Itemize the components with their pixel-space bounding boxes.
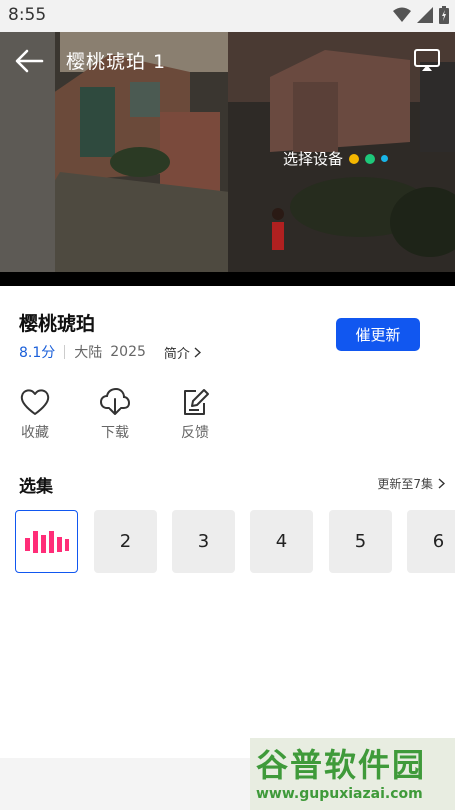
chevron-right-icon (438, 478, 445, 489)
back-arrow-icon[interactable] (14, 48, 44, 74)
urge-update-button[interactable]: 催更新 (336, 318, 420, 351)
watermark: 谷普软件园 www.gupuxiazai.com (250, 738, 455, 810)
episode-5[interactable]: 5 (329, 510, 392, 573)
device-dot-yellow (349, 153, 360, 164)
video-title: 樱桃琥珀 1 (66, 51, 167, 73)
cast-icon[interactable] (413, 48, 441, 72)
episode-2[interactable]: 2 (94, 510, 157, 573)
intro-label: 简介 (163, 346, 190, 362)
feedback-label: 反馈 (181, 425, 209, 441)
download-button[interactable]: 下载 (90, 388, 140, 442)
episodes-header: 选集 (19, 477, 53, 497)
download-label: 下载 (101, 425, 129, 441)
battery-icon (439, 6, 449, 24)
heart-icon (20, 389, 50, 415)
app-root: 8:55 樱桃琥珀 1 选择设备 樱桃琥珀 8.1分 大陆 2025 简介 催更… (0, 0, 455, 810)
episode-6[interactable]: 6 (407, 510, 455, 573)
favorite-button[interactable]: 收藏 (10, 388, 60, 442)
show-title: 樱桃琥珀 (19, 313, 96, 335)
episodes-more-label: 更新至7集 (377, 477, 433, 491)
cloud-download-icon (100, 388, 130, 415)
feedback-button[interactable]: 反馈 (170, 388, 220, 442)
episode-4[interactable]: 4 (250, 510, 313, 573)
video-player[interactable]: 樱桃琥珀 1 选择设备 (0, 32, 455, 286)
watermark-title: 谷普软件园 (256, 746, 427, 784)
chevron-right-icon (194, 346, 201, 358)
show-score: 8.1分 (19, 345, 56, 361)
intro-link[interactable]: 简介 (164, 343, 201, 362)
favorite-label: 收藏 (21, 425, 49, 441)
wifi-icon (393, 7, 411, 22)
episodes-more-link[interactable]: 更新至7集 (377, 475, 445, 492)
edit-icon (184, 389, 209, 415)
playing-bars-icon (24, 530, 69, 553)
device-dot-blue (381, 155, 389, 162)
status-time: 8:55 (8, 5, 47, 25)
show-region: 大陆 (74, 345, 103, 361)
select-device-button[interactable]: 选择设备 (283, 148, 389, 169)
select-device-label: 选择设备 (283, 150, 344, 168)
episode-1-playing[interactable] (15, 510, 78, 573)
watermark-url: www.gupuxiazai.com (256, 786, 423, 802)
device-dot-green (365, 153, 376, 164)
show-year: 2025 (110, 344, 146, 360)
status-bar: 8:55 (0, 0, 455, 32)
status-icons (393, 6, 449, 24)
signal-icon (417, 7, 433, 23)
meta-divider (64, 345, 66, 359)
show-meta: 8.1分 大陆 2025 简介 (19, 342, 201, 362)
episode-3[interactable]: 3 (172, 510, 235, 573)
